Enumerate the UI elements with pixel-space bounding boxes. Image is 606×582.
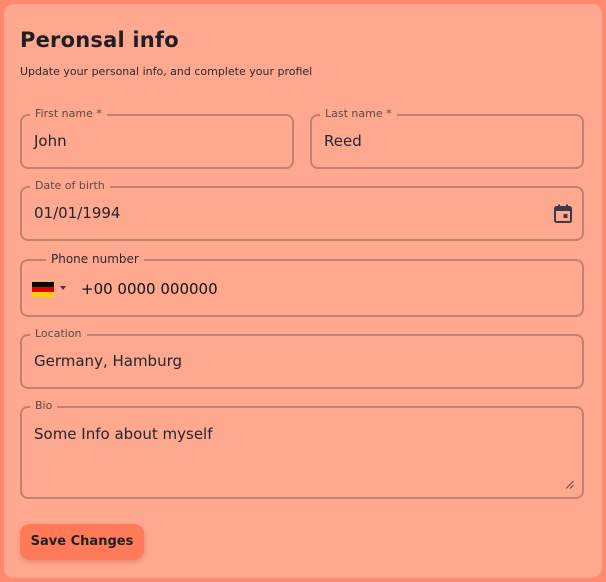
country-dropdown-caret-icon[interactable] <box>60 286 66 290</box>
resize-handle-icon[interactable] <box>565 480 574 489</box>
phone-number-value: +00 0000 000000 <box>81 280 218 298</box>
first-name-value: John <box>34 132 67 150</box>
bio-value: Some Info about myself <box>34 425 213 443</box>
germany-flag-icon[interactable] <box>32 282 54 297</box>
save-changes-button[interactable]: Save Changes <box>20 524 144 560</box>
date-of-birth-field[interactable]: Date of birth 01/01/1994 <box>20 179 584 241</box>
last-name-field[interactable]: Last name * Reed <box>310 107 584 169</box>
location-field[interactable]: Location Germany, Hamburg <box>20 327 584 389</box>
bio-label: Bio <box>30 399 58 413</box>
page-title: Peronsal info <box>20 28 179 52</box>
personal-info-card: Peronsal info Update your personal info,… <box>4 4 602 578</box>
last-name-label: Last name * <box>320 107 397 121</box>
date-of-birth-label: Date of birth <box>30 179 110 193</box>
first-name-label: First name * <box>30 107 107 121</box>
first-name-field[interactable]: First name * John <box>20 107 294 169</box>
phone-number-field[interactable]: Phone number +00 0000 000000 <box>20 252 584 317</box>
calendar-icon[interactable] <box>554 204 572 223</box>
page-subtitle: Update your personal info, and complete … <box>20 65 313 78</box>
bio-textarea[interactable]: Bio Some Info about myself <box>20 399 584 499</box>
date-of-birth-value: 01/01/1994 <box>34 204 121 222</box>
last-name-value: Reed <box>324 132 362 150</box>
phone-number-label: Phone number <box>46 252 144 266</box>
location-value: Germany, Hamburg <box>34 352 183 370</box>
location-label: Location <box>30 327 87 341</box>
